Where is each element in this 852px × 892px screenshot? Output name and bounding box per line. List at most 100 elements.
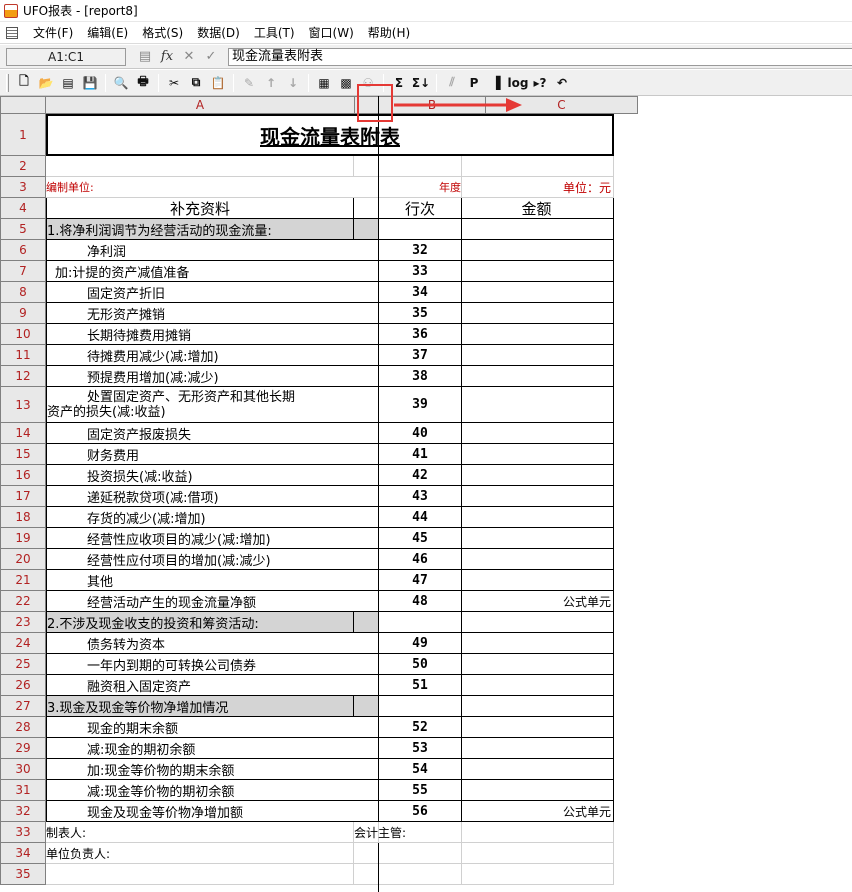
line-no-cell[interactable]: 42 <box>379 465 462 486</box>
row-header[interactable]: 5 <box>0 219 46 240</box>
item-label-cell[interactable]: 经营性应付项目的增加(减:减少) <box>46 549 354 570</box>
section-label-cell[interactable]: 3.现金及现金等价物净增加情况 <box>46 696 354 717</box>
row-header[interactable]: 15 <box>0 444 46 465</box>
row-header[interactable]: 7 <box>0 261 46 282</box>
row-header[interactable]: 12 <box>0 366 46 387</box>
line-no-cell[interactable] <box>379 696 462 717</box>
cell[interactable] <box>354 303 379 324</box>
cell[interactable] <box>379 156 462 177</box>
amount-cell[interactable] <box>462 486 614 507</box>
amount-cell[interactable] <box>462 444 614 465</box>
insert-table-icon[interactable]: ▦ <box>313 73 335 93</box>
amount-cell[interactable] <box>462 240 614 261</box>
item-label-cell[interactable]: 减:现金的期初余额 <box>46 738 354 759</box>
freeze-pane-divider[interactable] <box>378 96 379 892</box>
cell[interactable] <box>354 465 379 486</box>
amount-cell[interactable]: 公式单元 <box>462 591 614 612</box>
year-label-cell[interactable]: 年度 <box>379 177 462 198</box>
cell[interactable] <box>354 387 379 423</box>
amount-cell[interactable] <box>462 780 614 801</box>
header-supplement-cell[interactable]: 补充资料 <box>46 198 354 219</box>
line-no-cell[interactable]: 53 <box>379 738 462 759</box>
line-no-cell[interactable]: 37 <box>379 345 462 366</box>
item-label-cell[interactable]: 经营活动产生的现金流量净额 <box>46 591 354 612</box>
cell[interactable] <box>379 864 462 885</box>
item-label-cell[interactable]: 现金的期末余额 <box>46 717 354 738</box>
line-no-cell[interactable]: 47 <box>379 570 462 591</box>
sort-desc-icon[interactable]: ↓ <box>282 73 304 93</box>
menu-data[interactable]: 数据(D) <box>190 24 247 41</box>
cell[interactable] <box>354 633 379 654</box>
amount-cell[interactable] <box>462 570 614 591</box>
line-no-cell[interactable]: 48 <box>379 591 462 612</box>
spreadsheet[interactable]: A B C 1现金流量表附表23编制单位:年度单位：元4补充资料行次金额51.将… <box>0 84 852 892</box>
line-no-cell[interactable] <box>379 612 462 633</box>
amount-cell[interactable] <box>462 465 614 486</box>
cell[interactable] <box>46 864 354 885</box>
cell[interactable] <box>354 759 379 780</box>
cell[interactable] <box>462 843 614 864</box>
amount-cell[interactable] <box>462 282 614 303</box>
line-no-cell[interactable]: 39 <box>379 387 462 423</box>
header-line-cell[interactable]: 行次 <box>379 198 462 219</box>
item-label-cell[interactable]: 固定资产折旧 <box>46 282 354 303</box>
line-no-cell[interactable]: 32 <box>379 240 462 261</box>
row-header[interactable]: 10 <box>0 324 46 345</box>
row-header[interactable]: 35 <box>0 864 46 885</box>
sort-asc-icon[interactable]: ↑ <box>260 73 282 93</box>
item-label-cell[interactable]: 长期待摊费用摊销 <box>46 324 354 345</box>
item-label-cell[interactable]: 一年内到期的可转换公司债券 <box>46 654 354 675</box>
save-icon[interactable]: 💾 <box>79 73 101 93</box>
line-no-cell[interactable]: 56 <box>379 801 462 822</box>
document-icon[interactable] <box>6 26 18 39</box>
line-no-cell[interactable]: 49 <box>379 633 462 654</box>
amount-cell[interactable] <box>462 633 614 654</box>
formula-input[interactable]: 现金流量表附表 <box>228 47 852 66</box>
cell[interactable] <box>354 282 379 303</box>
cell[interactable] <box>354 738 379 759</box>
header-amount-cell[interactable]: 金额 <box>462 198 614 219</box>
print-icon[interactable]: 🖶 <box>132 73 154 93</box>
amount-cell[interactable] <box>462 654 614 675</box>
menu-help[interactable]: 帮助(H) <box>361 24 417 41</box>
line-no-cell[interactable]: 44 <box>379 507 462 528</box>
line-no-cell[interactable]: 40 <box>379 423 462 444</box>
row-header[interactable]: 13 <box>0 387 46 423</box>
cell[interactable] <box>354 219 379 240</box>
toolbar-grip[interactable] <box>6 73 9 92</box>
row-header[interactable]: 18 <box>0 507 46 528</box>
line-no-cell[interactable]: 33 <box>379 261 462 282</box>
line-no-cell[interactable] <box>379 219 462 240</box>
amount-cell[interactable] <box>462 738 614 759</box>
open-icon[interactable]: 📂 <box>35 73 57 93</box>
row-header[interactable]: 1 <box>0 114 46 156</box>
cell[interactable] <box>379 843 462 864</box>
amount-cell[interactable] <box>462 219 614 240</box>
line-no-cell[interactable]: 45 <box>379 528 462 549</box>
menu-format[interactable]: 格式(S) <box>135 24 190 41</box>
undo-icon[interactable]: ↶ <box>551 73 573 93</box>
row-header[interactable]: 33 <box>0 822 46 843</box>
cell[interactable] <box>354 549 379 570</box>
cancel-icon[interactable]: ✕ <box>178 49 200 64</box>
row-header[interactable]: 31 <box>0 780 46 801</box>
row-header[interactable]: 30 <box>0 759 46 780</box>
row-header[interactable]: 3 <box>0 177 46 198</box>
row-header[interactable]: 25 <box>0 654 46 675</box>
cell-reference-box[interactable]: A1:C1 <box>6 47 126 66</box>
row-header[interactable]: 23 <box>0 612 46 633</box>
menu-window[interactable]: 窗口(W) <box>302 24 361 41</box>
item-label-cell[interactable]: 无形资产摊销 <box>46 303 354 324</box>
item-label-cell[interactable]: 固定资产报废损失 <box>46 423 354 444</box>
cell[interactable] <box>354 654 379 675</box>
item-label-cell[interactable]: 现金及现金等价物净增加额 <box>46 801 354 822</box>
accountant-label-cell[interactable]: 会计主管: <box>354 822 406 843</box>
sum-down-icon[interactable]: Σ↓ <box>410 73 432 93</box>
row-header[interactable]: 9 <box>0 303 46 324</box>
cell[interactable] <box>354 675 379 696</box>
amount-cell[interactable] <box>462 261 614 282</box>
row-header[interactable]: 34 <box>0 843 46 864</box>
cell[interactable] <box>354 324 379 345</box>
new-icon[interactable]: 🗋 <box>13 73 35 93</box>
item-label-cell[interactable]: 加:计提的资产减值准备 <box>46 261 354 282</box>
